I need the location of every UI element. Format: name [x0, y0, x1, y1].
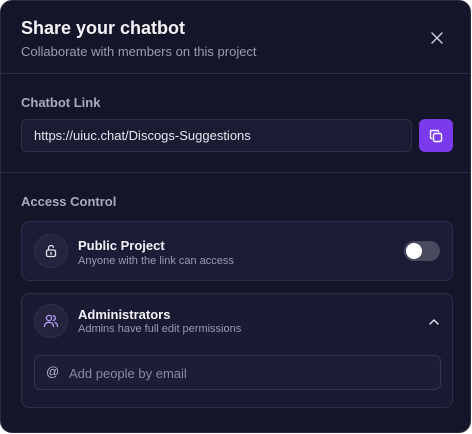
administrators-title: Administrators — [78, 307, 171, 322]
close-icon — [431, 32, 443, 44]
public-project-toggle[interactable] — [404, 241, 440, 261]
toggle-knob — [406, 243, 422, 259]
users-icon — [43, 314, 59, 328]
chatbot-link-label: Chatbot Link — [21, 95, 101, 110]
modal-subtitle: Collaborate with members on this project — [21, 44, 257, 59]
chatbot-link-url: https://uiuc.chat/Discogs-Suggestions — [34, 128, 251, 143]
users-icon-badge — [34, 304, 68, 338]
public-project-card: Public Project Anyone with the link can … — [21, 221, 453, 281]
header-divider — [1, 73, 470, 74]
share-chatbot-modal: Share your chatbot Collaborate with memb… — [0, 0, 471, 433]
copy-link-button[interactable] — [419, 119, 453, 152]
chevron-up-icon — [429, 319, 439, 325]
collapse-administrators-button[interactable] — [424, 312, 444, 332]
add-people-email-input[interactable] — [67, 356, 436, 391]
at-icon: @ — [46, 364, 60, 379]
unlock-icon — [45, 244, 57, 258]
section-divider — [1, 172, 470, 173]
access-control-label: Access Control — [21, 194, 117, 209]
close-button[interactable] — [428, 29, 446, 47]
unlock-icon-badge — [34, 234, 68, 268]
administrators-card: Administrators Admins have full edit per… — [21, 293, 453, 408]
administrators-description: Admins have full edit permissions — [78, 323, 242, 335]
public-project-title: Public Project — [78, 238, 165, 253]
chatbot-link-field[interactable]: https://uiuc.chat/Discogs-Suggestions — [21, 119, 412, 152]
copy-icon — [429, 129, 443, 142]
modal-title: Share your chatbot — [21, 18, 186, 38]
public-project-description: Anyone with the link can access — [78, 255, 234, 267]
add-people-field: @ — [34, 355, 441, 391]
